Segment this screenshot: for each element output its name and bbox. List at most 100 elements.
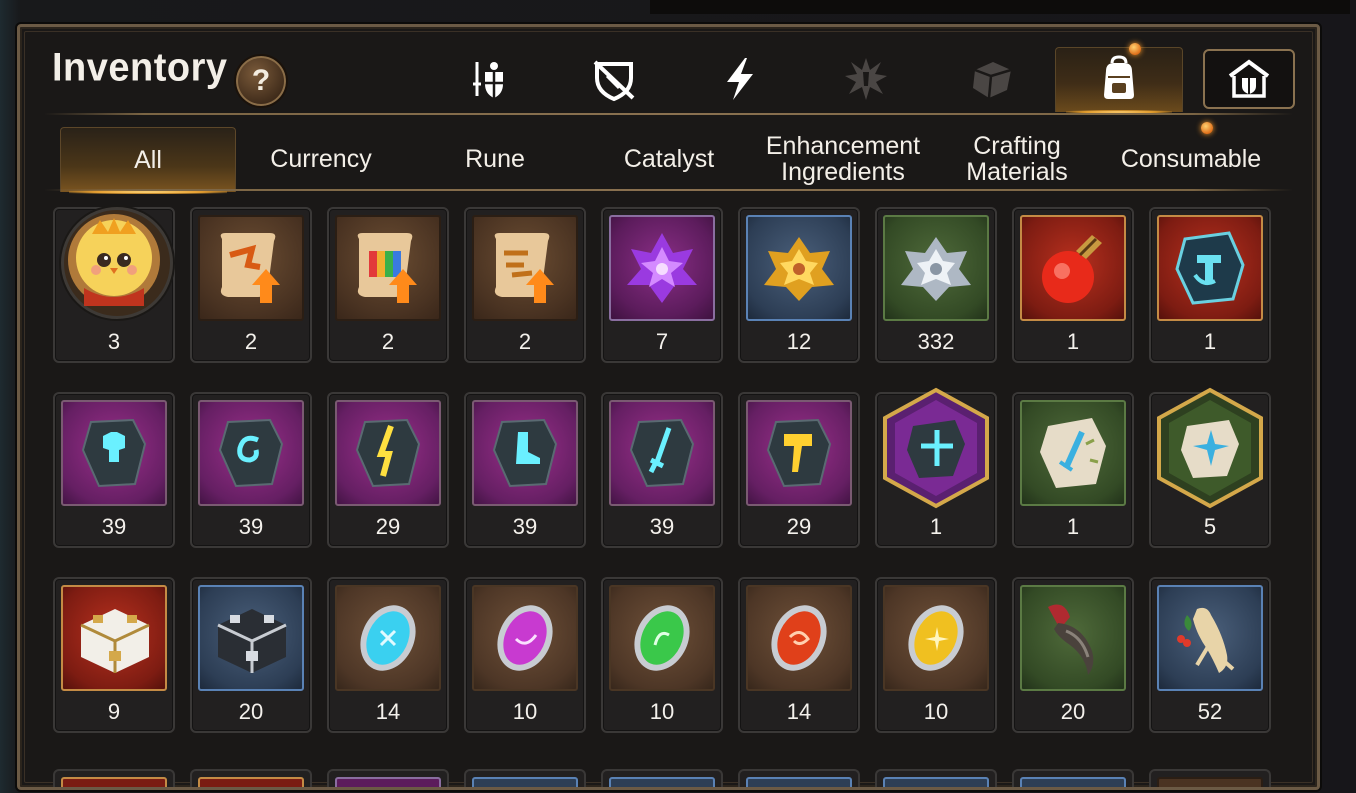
steel-chest-icon	[217, 609, 287, 673]
item-slot[interactable]: 7	[601, 207, 723, 363]
backpack-icon	[1104, 55, 1134, 99]
item-frame	[1157, 585, 1263, 691]
tab-material[interactable]	[929, 47, 1055, 111]
blade-stone-icon	[1040, 418, 1106, 488]
item-count: 7	[655, 329, 669, 354]
tab-enhancement-ingredients[interactable]: Enhancement Ingredients	[756, 127, 930, 191]
item-frame	[472, 400, 578, 506]
divider	[44, 189, 1293, 191]
red-potion-icon	[1042, 235, 1102, 303]
item-slot[interactable]: 2	[464, 207, 586, 363]
item-slot[interactable]: 332	[875, 207, 997, 363]
item-count: 1	[929, 514, 943, 539]
tab-skill[interactable]	[677, 47, 803, 111]
item-frame	[198, 585, 304, 691]
inventory-panel: Inventory ? All Currency Rune Catalyst E…	[17, 24, 1320, 790]
boot-rune-icon	[492, 418, 558, 488]
item-slot[interactable]: 52	[1149, 577, 1271, 733]
item-slot[interactable]: 12	[738, 207, 860, 363]
item-slot[interactable]: 1	[875, 387, 997, 548]
tab-catalyst[interactable]: Catalyst	[582, 127, 756, 191]
item-slot-partial[interactable]	[190, 769, 312, 787]
item-slot[interactable]: 29	[327, 392, 449, 548]
item-slot[interactable]: 29	[738, 392, 860, 548]
burst-icon	[845, 58, 887, 100]
item-slot[interactable]: 2	[327, 207, 449, 363]
item-count: 39	[512, 514, 538, 539]
item-slot[interactable]: 10	[464, 577, 586, 733]
tab-inventory[interactable]	[1055, 47, 1183, 114]
item-slot[interactable]: 14	[327, 577, 449, 733]
item-slot[interactable]: 14	[738, 577, 860, 733]
claw-icon	[1048, 604, 1094, 675]
item-frame	[335, 400, 441, 506]
item-frame	[61, 400, 167, 506]
tab-special[interactable]	[803, 47, 929, 111]
item-frame	[746, 585, 852, 691]
tab-storage[interactable]	[1203, 49, 1295, 109]
sword-rune-icon	[629, 418, 695, 488]
item-frame	[746, 215, 852, 321]
item-count: 5	[1203, 514, 1217, 539]
item-slot[interactable]: 20	[190, 577, 312, 733]
tab-equipment[interactable]	[425, 47, 551, 111]
help-button[interactable]: ?	[234, 54, 288, 108]
tab-consumable[interactable]: Consumable	[1104, 127, 1278, 191]
item-slot[interactable]: 9	[53, 577, 175, 733]
top-resource-bar	[650, 0, 1350, 14]
cube-icon	[973, 62, 1012, 99]
item-count: 332	[917, 329, 955, 354]
item-slot-partial[interactable]	[738, 769, 860, 787]
item-count: 3	[107, 329, 121, 354]
white-chest-icon	[80, 609, 150, 673]
item-slot[interactable]: 1	[1149, 207, 1271, 363]
tab-currency[interactable]: Currency	[234, 127, 408, 191]
item-slot[interactable]: 39	[601, 392, 723, 548]
item-slot-partial[interactable]	[464, 769, 586, 787]
item-slot[interactable]: 39	[190, 392, 312, 548]
armor-rune-icon	[81, 418, 147, 488]
item-count: 29	[375, 514, 401, 539]
hammer-rune-icon	[766, 418, 832, 488]
item-count: 39	[238, 514, 264, 539]
item-frame	[609, 585, 715, 691]
item-slot-partial[interactable]	[1149, 769, 1271, 787]
item-slot[interactable]: 2	[190, 207, 312, 363]
item-slot-partial[interactable]	[601, 769, 723, 787]
item-slot-partial[interactable]	[875, 769, 997, 787]
tab-artifact[interactable]	[551, 47, 677, 111]
page-title: Inventory	[52, 45, 228, 91]
item-slot-partial[interactable]	[327, 769, 449, 787]
item-slot[interactable]: 10	[875, 577, 997, 733]
item-slot[interactable]: 20	[1012, 577, 1134, 733]
chick-portrait-icon	[68, 214, 160, 306]
item-slot[interactable]: 3	[53, 207, 175, 363]
item-slot[interactable]: 1	[1012, 207, 1134, 363]
blue-gem-icon	[360, 605, 416, 671]
item-slot-partial[interactable]	[53, 769, 175, 787]
item-slot[interactable]: 39	[464, 392, 586, 548]
item-count: 14	[786, 699, 812, 724]
sword-shield-icon	[473, 62, 503, 98]
star-rune-hex-icon	[883, 387, 989, 509]
item-grid: 3 2 2 2 7 12 332 1 1 39 39 29 39 39 29 1…	[53, 207, 1283, 787]
item-frame	[609, 400, 715, 506]
item-frame	[198, 400, 304, 506]
notification-dot	[1129, 43, 1141, 55]
item-count: 12	[786, 329, 812, 354]
tab-rune[interactable]: Rune	[408, 127, 582, 191]
item-frame	[335, 585, 441, 691]
item-count: 14	[375, 699, 401, 724]
tab-all[interactable]: All	[60, 127, 236, 194]
item-slot[interactable]: 1	[1012, 392, 1134, 548]
bolt-rune-icon	[355, 418, 421, 488]
item-count: 20	[1060, 699, 1086, 724]
item-slot[interactable]: 10	[601, 577, 723, 733]
item-slot-partial[interactable]	[1012, 769, 1134, 787]
tab-crafting-materials[interactable]: Crafting Materials	[930, 127, 1104, 191]
item-slot[interactable]: 39	[53, 392, 175, 548]
item-count: 20	[238, 699, 264, 724]
item-frame	[609, 215, 715, 321]
divider	[44, 113, 1293, 115]
item-slot[interactable]: 5	[1149, 387, 1271, 548]
